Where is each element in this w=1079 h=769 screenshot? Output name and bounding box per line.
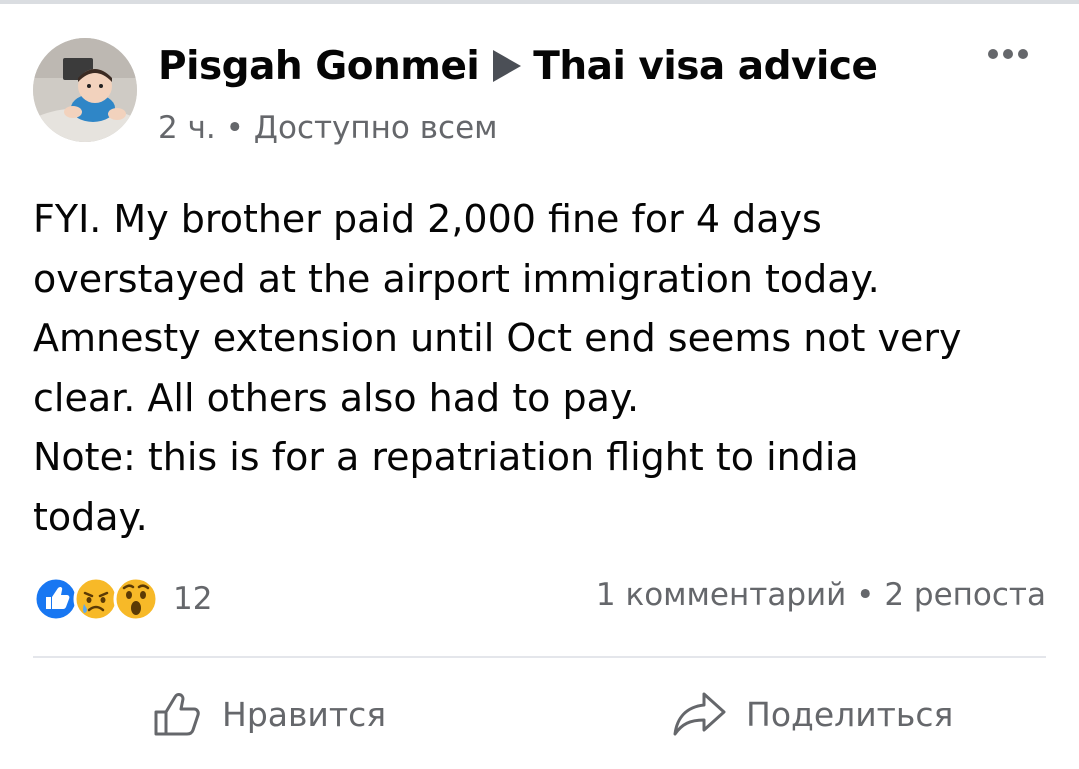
dot-icon [1003,49,1013,59]
post-time[interactable]: 2 ч. [158,110,216,146]
wow-icon [113,576,159,622]
post-text: FYI. My brother paid 2,000 fine for 4 da… [33,197,962,539]
avatar[interactable] [33,38,137,142]
top-divider [0,0,1079,4]
post-meta: 2 ч. • Доступно всем [158,110,498,146]
more-options-button[interactable] [988,44,1034,64]
like-label: Нравится [222,694,387,734]
meta-separator: • [225,110,244,146]
like-button[interactable]: Нравится [152,686,386,742]
comments-count[interactable]: 1 комментарий [596,577,846,613]
share-arrow-icon [673,692,726,736]
actions-divider [33,656,1046,658]
thumbs-up-icon [154,693,200,736]
post-header: Pisgah Gonmei Thai visa advice [158,44,878,89]
stats-separator: • [856,577,875,613]
group-name[interactable]: Thai visa advice [533,44,878,89]
triangle-right-icon [493,50,522,82]
author-name[interactable]: Pisgah Gonmei [158,44,480,89]
reaction-count: 12 [173,581,213,617]
share-label: Поделиться [746,694,954,734]
reactions-summary[interactable]: 12 [33,575,212,623]
share-button[interactable]: Поделиться [672,686,953,742]
dot-icon [1018,49,1028,59]
post-stats: 1 комментарий • 2 репоста [596,577,1046,613]
avatar-photo [33,38,137,142]
dot-icon [988,49,998,59]
post-audience: Доступно всем [253,110,498,146]
shares-count[interactable]: 2 репоста [884,577,1046,613]
